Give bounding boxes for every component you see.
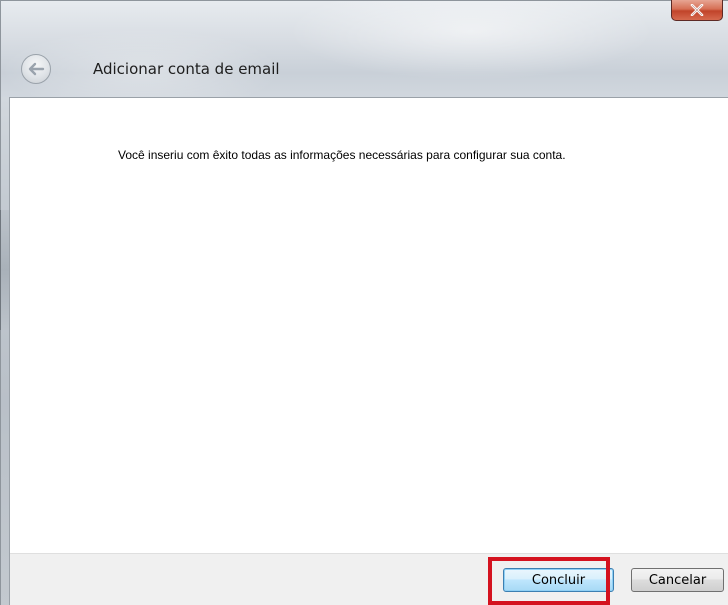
window-title-bar — [0, 0, 728, 97]
close-button[interactable] — [671, 0, 723, 21]
cancel-button[interactable]: Cancelar — [631, 568, 724, 592]
add-email-account-dialog: Adicionar conta de email Você inseriu co… — [0, 0, 728, 605]
button-bar: Concluir Cancelar — [10, 553, 728, 605]
window-frame-edge — [0, 210, 9, 330]
back-button[interactable] — [21, 54, 51, 84]
window-title: Adicionar conta de email — [93, 60, 280, 78]
finish-button[interactable]: Concluir — [503, 568, 614, 592]
window-left-frame — [0, 97, 9, 605]
back-arrow-icon — [28, 62, 45, 76]
success-message: Você inseriu com êxito todas as informaç… — [118, 148, 566, 162]
content-area: Você inseriu com êxito todas as informaç… — [10, 98, 728, 553]
close-icon — [690, 4, 704, 16]
